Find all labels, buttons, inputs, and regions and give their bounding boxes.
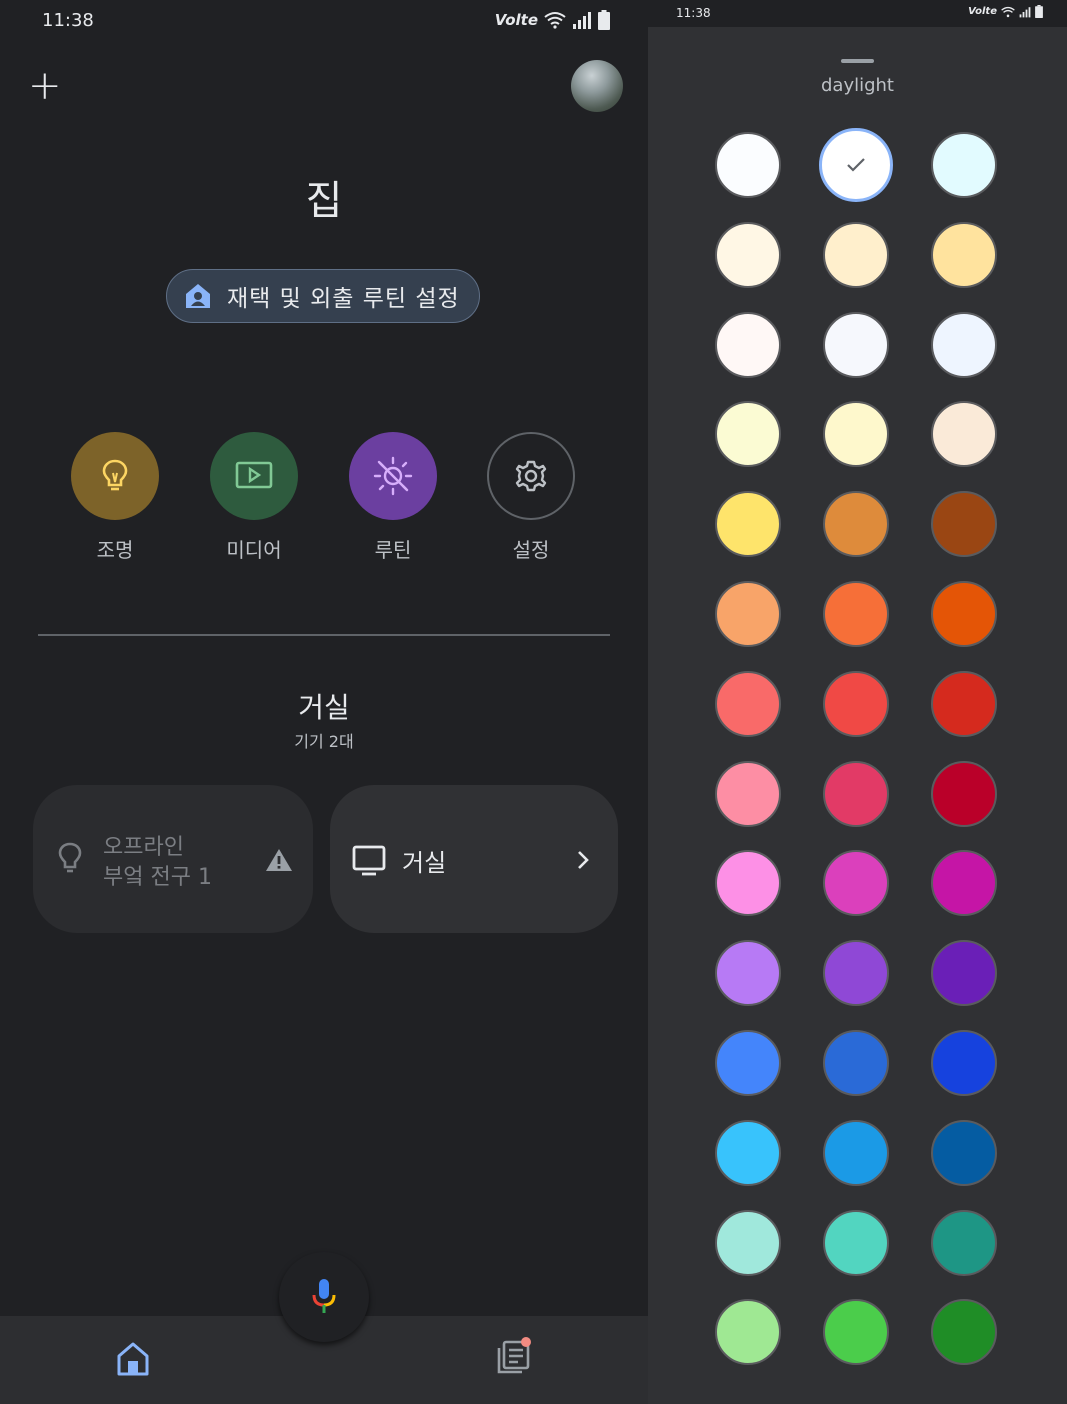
gear-icon xyxy=(487,432,575,520)
color-swatch[interactable] xyxy=(823,581,889,647)
favorite-lights-label: 조명 xyxy=(96,538,134,562)
color-swatch[interactable] xyxy=(931,1030,997,1096)
play-screen-icon xyxy=(210,432,298,520)
color-swatch[interactable] xyxy=(931,760,997,827)
color-swatch[interactable] xyxy=(823,850,889,917)
device-card-living-room-tv[interactable]: 거실 xyxy=(330,785,618,933)
color-swatch[interactable] xyxy=(715,1119,781,1186)
color-swatch[interactable] xyxy=(931,401,997,468)
page-title: 집 xyxy=(305,178,343,224)
status-icons: Volte xyxy=(495,10,610,30)
color-swatch[interactable] xyxy=(823,1030,889,1096)
drag-handle[interactable] xyxy=(841,59,874,63)
color-picker-sheet: 11:38 Volte daylight xyxy=(648,0,1067,1404)
battery-icon xyxy=(598,10,610,30)
lightbulb-outline-icon xyxy=(57,841,83,881)
status-icons: Volte xyxy=(968,5,1043,18)
chevron-right-icon xyxy=(576,849,590,875)
color-swatch[interactable] xyxy=(715,1209,781,1276)
divider xyxy=(38,634,610,636)
notification-badge xyxy=(521,1337,531,1347)
volte-label: Volte xyxy=(494,11,538,29)
volte-label: Volte xyxy=(968,6,997,17)
color-swatch[interactable] xyxy=(823,1299,889,1366)
device-name: 거실 xyxy=(402,849,447,877)
check-icon xyxy=(847,158,865,172)
status-time: 11:38 xyxy=(676,6,711,20)
routine-setup-button[interactable]: 재택 및 외출 루틴 설정 xyxy=(166,269,480,323)
profile-avatar[interactable] xyxy=(571,60,623,112)
color-swatch[interactable] xyxy=(823,491,889,558)
color-swatch[interactable] xyxy=(715,581,781,647)
mic-icon xyxy=(312,1279,336,1313)
color-swatch[interactable] xyxy=(715,221,781,288)
home-person-icon xyxy=(183,281,213,311)
favorite-settings[interactable]: 설정 xyxy=(471,432,591,563)
favorite-lights[interactable]: 조명 xyxy=(55,432,175,563)
color-swatch[interactable] xyxy=(823,670,889,737)
battery-icon xyxy=(1035,5,1043,18)
plus-icon[interactable]: + xyxy=(28,66,62,106)
device-status: 오프라인 xyxy=(103,835,184,860)
routine-setup-label: 재택 및 외출 루틴 설정 xyxy=(227,286,460,312)
device-name: 부엌 전구 1 xyxy=(103,865,212,890)
lightbulb-icon xyxy=(71,432,159,520)
sun-off-icon xyxy=(349,432,437,520)
color-swatch[interactable] xyxy=(823,311,889,378)
cell-signal-icon xyxy=(1019,6,1031,17)
color-swatch[interactable] xyxy=(823,221,889,288)
room-title: 거실 xyxy=(298,691,350,724)
color-swatch[interactable] xyxy=(931,132,997,198)
status-time: 11:38 xyxy=(42,10,94,31)
color-swatch[interactable] xyxy=(823,401,889,468)
color-swatch[interactable] xyxy=(715,311,781,378)
home-icon[interactable] xyxy=(114,1340,152,1378)
color-swatch[interactable] xyxy=(931,1209,997,1276)
color-swatch[interactable] xyxy=(931,940,997,1007)
status-bar: 11:38 Volte xyxy=(648,0,1067,27)
color-swatch[interactable] xyxy=(931,1119,997,1186)
color-swatch[interactable] xyxy=(823,1119,889,1186)
mic-button[interactable] xyxy=(279,1252,369,1342)
google-home-screen: 11:38 Volte + 집 재택 및 외출 루틴 설정 조명 미디어 루틴 … xyxy=(0,0,648,1404)
favorites-row: 조명 미디어 루틴 설정 xyxy=(0,432,648,562)
color-swatch[interactable] xyxy=(715,1299,781,1366)
color-swatch[interactable] xyxy=(715,670,781,737)
wifi-icon xyxy=(544,12,566,29)
color-swatch[interactable] xyxy=(715,850,781,917)
color-swatch[interactable] xyxy=(931,221,997,288)
color-swatch[interactable] xyxy=(715,760,781,827)
color-swatch[interactable] xyxy=(715,1030,781,1096)
room-device-count: 기기 2대 xyxy=(294,732,354,751)
favorite-routines[interactable]: 루틴 xyxy=(333,432,453,563)
favorite-media[interactable]: 미디어 xyxy=(194,432,314,563)
color-swatch[interactable] xyxy=(931,670,997,737)
color-swatch[interactable] xyxy=(823,1209,889,1276)
tv-icon xyxy=(352,845,386,881)
color-swatch[interactable] xyxy=(931,850,997,917)
color-swatch[interactable] xyxy=(931,311,997,378)
color-swatch[interactable] xyxy=(715,940,781,1007)
favorite-routines-label: 루틴 xyxy=(374,538,412,562)
feed-icon[interactable] xyxy=(494,1336,534,1376)
sheet-title: daylight xyxy=(820,75,894,96)
color-swatch[interactable] xyxy=(715,491,781,558)
favorite-settings-label: 설정 xyxy=(512,538,550,562)
color-swatch[interactable] xyxy=(715,401,781,468)
color-swatch[interactable] xyxy=(931,491,997,558)
status-bar: 11:38 Volte xyxy=(0,0,648,44)
color-swatch[interactable] xyxy=(931,1299,997,1366)
color-swatch[interactable] xyxy=(823,940,889,1007)
color-swatch[interactable] xyxy=(715,132,781,198)
favorite-media-label: 미디어 xyxy=(226,538,282,562)
color-swatch[interactable] xyxy=(819,128,893,202)
warning-icon xyxy=(265,847,293,877)
device-card-kitchen-bulb[interactable]: 오프라인 부엌 전구 1 xyxy=(33,785,313,933)
cell-signal-icon xyxy=(573,12,591,29)
color-swatch[interactable] xyxy=(931,581,997,647)
wifi-icon xyxy=(1001,6,1015,17)
color-swatch[interactable] xyxy=(823,760,889,827)
